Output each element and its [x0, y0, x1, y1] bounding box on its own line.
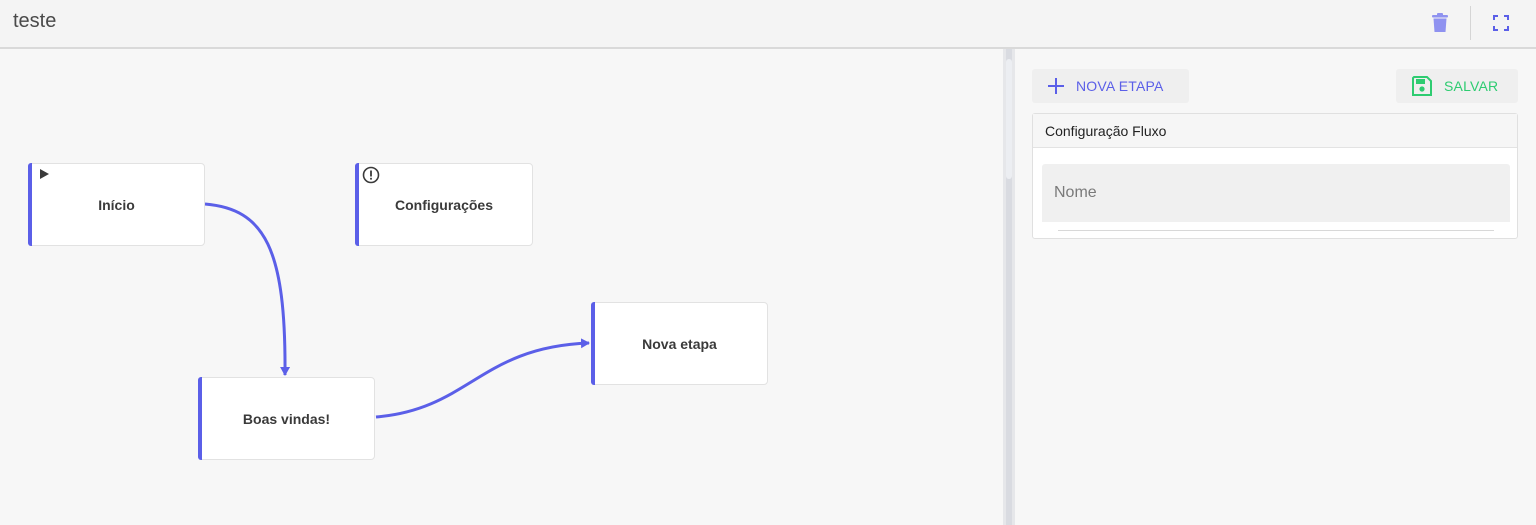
panel-splitter[interactable]	[1003, 49, 1015, 525]
edge-boas-vindas-to-nova-etapa[interactable]	[375, 338, 590, 419]
splitter-handle[interactable]	[1006, 59, 1012, 179]
flow-node-configuracoes[interactable]: Configurações	[355, 163, 533, 246]
flow-config-header: Configuração Fluxo	[1033, 114, 1517, 148]
edge-inicio-to-boas-vindas[interactable]	[204, 202, 291, 376]
node-label: Início	[98, 196, 135, 213]
top-bar: teste	[0, 0, 1536, 49]
flow-title: teste	[13, 10, 57, 32]
alert-circle-icon	[362, 166, 380, 184]
toolbar-divider	[1470, 6, 1471, 40]
save-button[interactable]: SALVAR	[1396, 69, 1518, 103]
new-step-label: NOVA ETAPA	[1076, 78, 1164, 94]
flow-node-boas-vindas[interactable]: Boas vindas!	[198, 377, 375, 460]
save-label: SALVAR	[1444, 78, 1499, 94]
name-field	[1042, 164, 1510, 222]
node-label: Configurações	[394, 196, 493, 213]
flow-canvas[interactable]: Início Configurações Boas vindas! Nova e…	[0, 49, 1003, 525]
fullscreen-button[interactable]	[1486, 8, 1516, 38]
play-icon	[38, 168, 50, 180]
flow-edges	[204, 202, 590, 419]
card-divider	[1058, 230, 1494, 231]
floppy-disk-icon	[1412, 76, 1432, 96]
new-step-button[interactable]: NOVA ETAPA	[1032, 69, 1189, 103]
flow-node-inicio[interactable]: Início	[28, 163, 205, 246]
flow-config-card: Configuração Fluxo	[1032, 113, 1518, 239]
trash-icon	[1432, 13, 1448, 32]
flow-node-nova-etapa[interactable]: Nova etapa	[591, 302, 768, 385]
node-label: Boas vindas!	[242, 410, 331, 427]
plus-icon	[1048, 78, 1064, 94]
fullscreen-icon	[1493, 15, 1509, 31]
node-label: Nova etapa	[642, 335, 717, 352]
config-panel: NOVA ETAPA SALVAR Configuração Fluxo	[1015, 49, 1536, 525]
name-input[interactable]	[1042, 164, 1510, 222]
delete-button[interactable]	[1425, 8, 1455, 38]
